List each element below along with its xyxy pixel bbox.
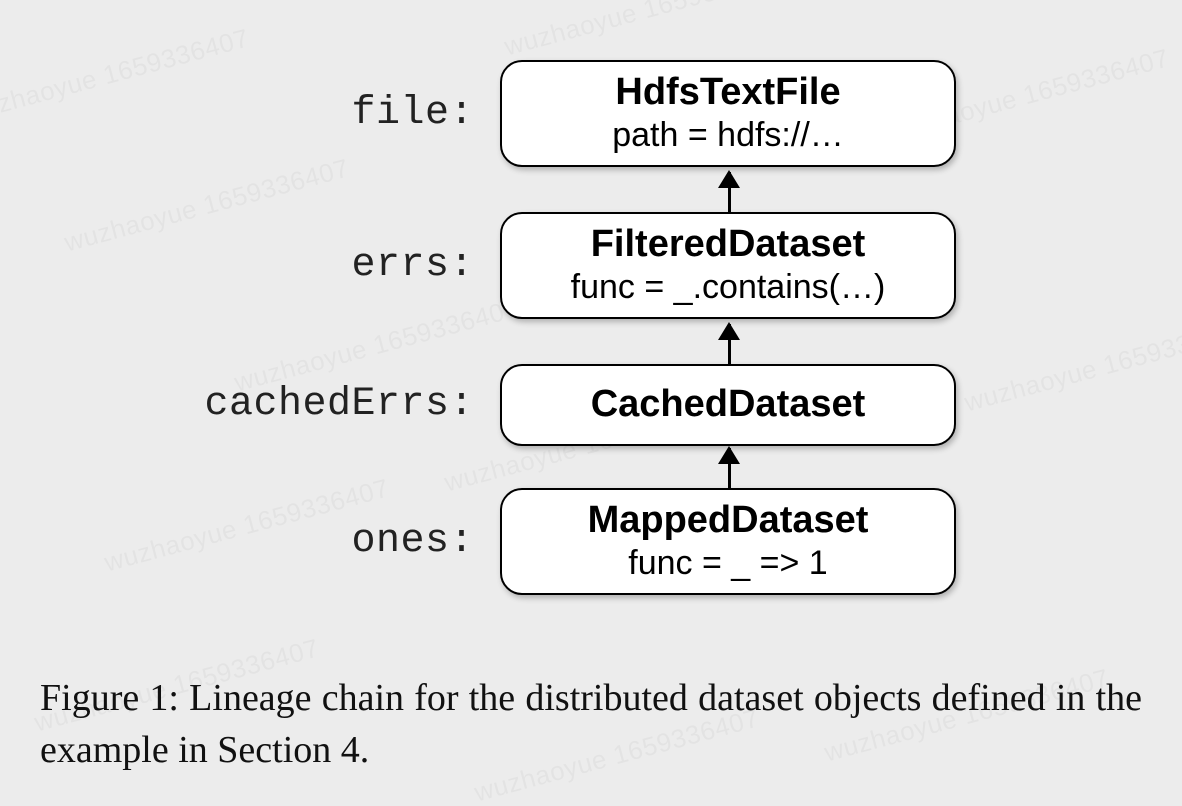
diagram-row-ones: ones: MappedDataset func = _ => 1 [0, 488, 1182, 595]
arrow-up-icon [728, 172, 731, 212]
figure-caption: Figure 1: Lineage chain for the distribu… [40, 673, 1142, 776]
node-title: FilteredDataset [514, 224, 942, 266]
node-filtereddataset: FilteredDataset func = _.contains(…) [500, 212, 956, 319]
node-hdfstextfile: HdfsTextFile path = hdfs://… [500, 60, 956, 167]
node-subtitle: func = _.contains(…) [514, 268, 942, 307]
diagram-row-file: file: HdfsTextFile path = hdfs://… [0, 60, 1182, 167]
node-subtitle: func = _ => 1 [514, 544, 942, 583]
node-title: CachedDataset [514, 384, 942, 426]
row-label: file: [0, 91, 500, 136]
node-mappeddataset: MappedDataset func = _ => 1 [500, 488, 956, 595]
row-label: errs: [0, 243, 500, 288]
node-title: HdfsTextFile [514, 72, 942, 114]
row-label: ones: [0, 519, 500, 564]
arrow-up-icon [728, 324, 731, 364]
diagram-row-errs: errs: FilteredDataset func = _.contains(… [0, 212, 1182, 319]
node-cacheddataset: CachedDataset [500, 364, 956, 446]
row-label: cachedErrs: [0, 382, 500, 427]
arrow-up-icon [728, 448, 731, 488]
node-title: MappedDataset [514, 500, 942, 542]
lineage-diagram: file: HdfsTextFile path = hdfs://… errs:… [0, 40, 1182, 680]
node-subtitle: path = hdfs://… [514, 116, 942, 155]
diagram-row-cachederrs: cachedErrs: CachedDataset [0, 364, 1182, 446]
